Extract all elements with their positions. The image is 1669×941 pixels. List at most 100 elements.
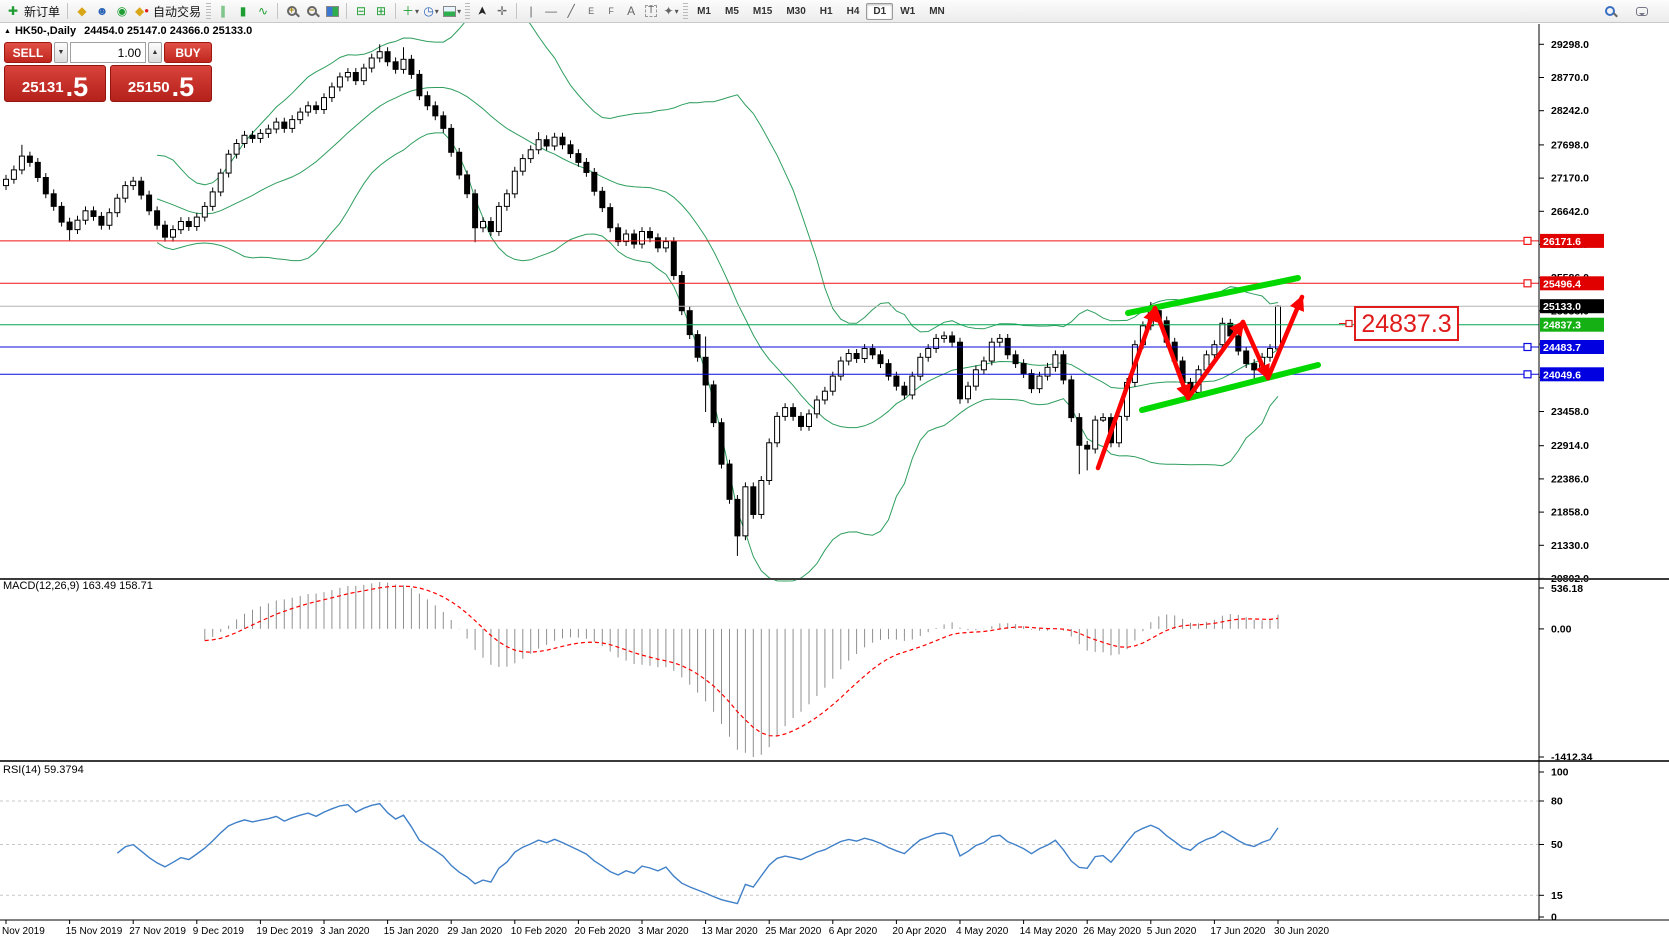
svg-text:14 May 2020: 14 May 2020 bbox=[1020, 926, 1078, 937]
timeframe-mn[interactable]: MN bbox=[922, 3, 952, 20]
svg-text:15: 15 bbox=[1551, 890, 1563, 902]
sell-price-fraction: .5 bbox=[66, 75, 89, 99]
svg-text:19 Dec 2019: 19 Dec 2019 bbox=[256, 926, 313, 937]
auto-scroll-icon[interactable]: ⊟ bbox=[351, 2, 371, 21]
market-watch-icon[interactable]: ◉ bbox=[112, 2, 132, 21]
sell-price[interactable]: 25131 .5 bbox=[4, 65, 106, 102]
svg-text:21858.0: 21858.0 bbox=[1551, 507, 1589, 519]
svg-text:30 Jun 2020: 30 Jun 2020 bbox=[1274, 926, 1329, 937]
svg-text:28242.0: 28242.0 bbox=[1551, 105, 1589, 117]
sell-button[interactable]: SELL bbox=[4, 42, 52, 63]
svg-text:28770.0: 28770.0 bbox=[1551, 72, 1589, 84]
profiles-clock-icon[interactable]: ◷▾ bbox=[421, 2, 441, 21]
window-marker-icon: ▲ bbox=[4, 28, 11, 35]
rsi-indicator-label: RSI(14) 59.3794 bbox=[3, 764, 84, 776]
indicators-icon[interactable]: ▾ bbox=[441, 2, 463, 21]
crosshair-icon[interactable]: ✛ bbox=[492, 2, 512, 21]
main-toolbar: ✚ 新订单 ◆ ☻ ◉ ◆● 自动交易 ∥ ▮ ∿ + − ⊟ ⊞ ＋▾ ◷▾ … bbox=[0, 0, 1669, 23]
svg-text:24837.3: 24837.3 bbox=[1361, 310, 1451, 338]
zoom-out-icon[interactable]: − bbox=[302, 2, 322, 21]
timeframe-h1[interactable]: H1 bbox=[813, 3, 840, 20]
svg-text:25496.4: 25496.4 bbox=[1543, 278, 1581, 290]
svg-text:3 Jan 2020: 3 Jan 2020 bbox=[320, 926, 370, 937]
new-order-icon[interactable]: ✚ bbox=[3, 2, 23, 21]
svg-text:29 Jan 2020: 29 Jan 2020 bbox=[447, 926, 502, 937]
vertical-line-tool-icon[interactable]: | bbox=[521, 2, 541, 21]
svg-text:27170.0: 27170.0 bbox=[1551, 173, 1589, 185]
svg-text:80: 80 bbox=[1551, 796, 1563, 808]
toolbar-grip bbox=[465, 3, 470, 19]
text-label-tool-icon[interactable]: T bbox=[641, 2, 661, 21]
candlestick-chart-icon[interactable]: ▮ bbox=[233, 2, 253, 21]
svg-text:24483.7: 24483.7 bbox=[1543, 342, 1581, 354]
profile-icon[interactable]: ☻ bbox=[92, 2, 112, 21]
svg-text:Nov 2019: Nov 2019 bbox=[2, 926, 45, 937]
svg-text:22386.0: 22386.0 bbox=[1551, 473, 1589, 485]
chart-window-icon[interactable]: ◆ bbox=[72, 2, 92, 21]
svg-text:4 May 2020: 4 May 2020 bbox=[956, 926, 1009, 937]
timeframe-m1[interactable]: M1 bbox=[690, 3, 718, 20]
svg-text:0: 0 bbox=[1551, 912, 1557, 924]
svg-text:100: 100 bbox=[1551, 767, 1569, 779]
chart-canvas[interactable]: 29298.028770.028242.027698.027170.026642… bbox=[0, 23, 1669, 941]
svg-text:26 May 2020: 26 May 2020 bbox=[1083, 926, 1141, 937]
toolbar-separator bbox=[395, 3, 396, 19]
text-tool-icon[interactable]: A bbox=[621, 2, 641, 21]
bar-chart-icon[interactable]: ∥ bbox=[213, 2, 233, 21]
volume-input[interactable] bbox=[70, 42, 146, 63]
svg-text:50: 50 bbox=[1551, 839, 1563, 851]
timeframe-m5[interactable]: M5 bbox=[718, 3, 746, 20]
svg-text:20 Feb 2020: 20 Feb 2020 bbox=[574, 926, 631, 937]
price-callout[interactable]: 24837.3 bbox=[1339, 307, 1458, 340]
volume-down-button[interactable]: ▼ bbox=[54, 42, 68, 63]
toolbar-grip bbox=[206, 3, 211, 19]
timeframe-m30[interactable]: M30 bbox=[779, 3, 812, 20]
channel-tool-icon[interactable]: E bbox=[581, 2, 601, 21]
buy-price-fraction: .5 bbox=[172, 75, 195, 99]
chart-ohlc-values: 24454.0 25147.0 24366.0 25133.0 bbox=[84, 25, 252, 37]
svg-text:5 Jun 2020: 5 Jun 2020 bbox=[1147, 926, 1197, 937]
fibonacci-tool-icon[interactable]: F bbox=[601, 2, 621, 21]
buy-button[interactable]: BUY bbox=[164, 42, 212, 63]
horizontal-line-tool-icon[interactable]: — bbox=[541, 2, 561, 21]
auto-trading-icon[interactable]: ◆● bbox=[132, 2, 152, 21]
volume-up-button[interactable]: ▲ bbox=[148, 42, 162, 63]
svg-text:15 Jan 2020: 15 Jan 2020 bbox=[384, 926, 439, 937]
timeframe-w1[interactable]: W1 bbox=[893, 3, 922, 20]
svg-text:29298.0: 29298.0 bbox=[1551, 39, 1589, 51]
buy-price[interactable]: 25150 .5 bbox=[110, 65, 212, 102]
new-chart-icon[interactable]: ＋▾ bbox=[400, 2, 421, 21]
trade-controls-row: SELL ▼ ▲ BUY bbox=[4, 42, 212, 63]
chart-shift-icon[interactable]: ⊞ bbox=[371, 2, 391, 21]
new-order-label[interactable]: 新订单 bbox=[24, 3, 60, 20]
macd-indicator-label: MACD(12,26,9) 163.49 158.71 bbox=[3, 580, 153, 592]
arrows-tool-icon[interactable]: ✦▾ bbox=[661, 2, 681, 21]
svg-text:13 Mar 2020: 13 Mar 2020 bbox=[702, 926, 759, 937]
zoom-in-icon[interactable]: + bbox=[282, 2, 302, 21]
svg-text:25133.0: 25133.0 bbox=[1543, 301, 1581, 313]
svg-text:21330.0: 21330.0 bbox=[1551, 540, 1589, 552]
buy-price-main: 25150 bbox=[128, 80, 170, 97]
tile-windows-icon[interactable] bbox=[322, 2, 342, 21]
trendline-tool-icon[interactable]: ╱ bbox=[561, 2, 581, 21]
auto-trading-label[interactable]: 自动交易 bbox=[153, 3, 201, 20]
toolbar-grip bbox=[683, 3, 688, 19]
toolbar-separator bbox=[67, 3, 68, 19]
timeframe-m15[interactable]: M15 bbox=[746, 3, 779, 20]
chart-svg: 29298.028770.028242.027698.027170.026642… bbox=[0, 0, 1669, 941]
svg-text:15 Nov 2019: 15 Nov 2019 bbox=[66, 926, 123, 937]
svg-text:26171.6: 26171.6 bbox=[1543, 236, 1581, 248]
svg-text:26642.0: 26642.0 bbox=[1551, 206, 1589, 218]
toolbar-separator bbox=[277, 3, 278, 19]
chart-title-bar: ▲ HK50-,Daily 24454.0 25147.0 24366.0 25… bbox=[0, 24, 252, 38]
svg-text:24049.6: 24049.6 bbox=[1543, 369, 1581, 381]
search-icon[interactable] bbox=[1600, 2, 1620, 21]
svg-text:17 Jun 2020: 17 Jun 2020 bbox=[1210, 926, 1265, 937]
chart-symbol-title: HK50-,Daily bbox=[15, 25, 76, 37]
svg-text:25 Mar 2020: 25 Mar 2020 bbox=[765, 926, 822, 937]
line-chart-icon[interactable]: ∿ bbox=[253, 2, 273, 21]
timeframe-d1[interactable]: D1 bbox=[866, 3, 893, 20]
chat-icon[interactable] bbox=[1632, 2, 1652, 21]
timeframe-h4[interactable]: H4 bbox=[840, 3, 867, 20]
cursor-icon[interactable]: ➤ bbox=[472, 2, 492, 21]
